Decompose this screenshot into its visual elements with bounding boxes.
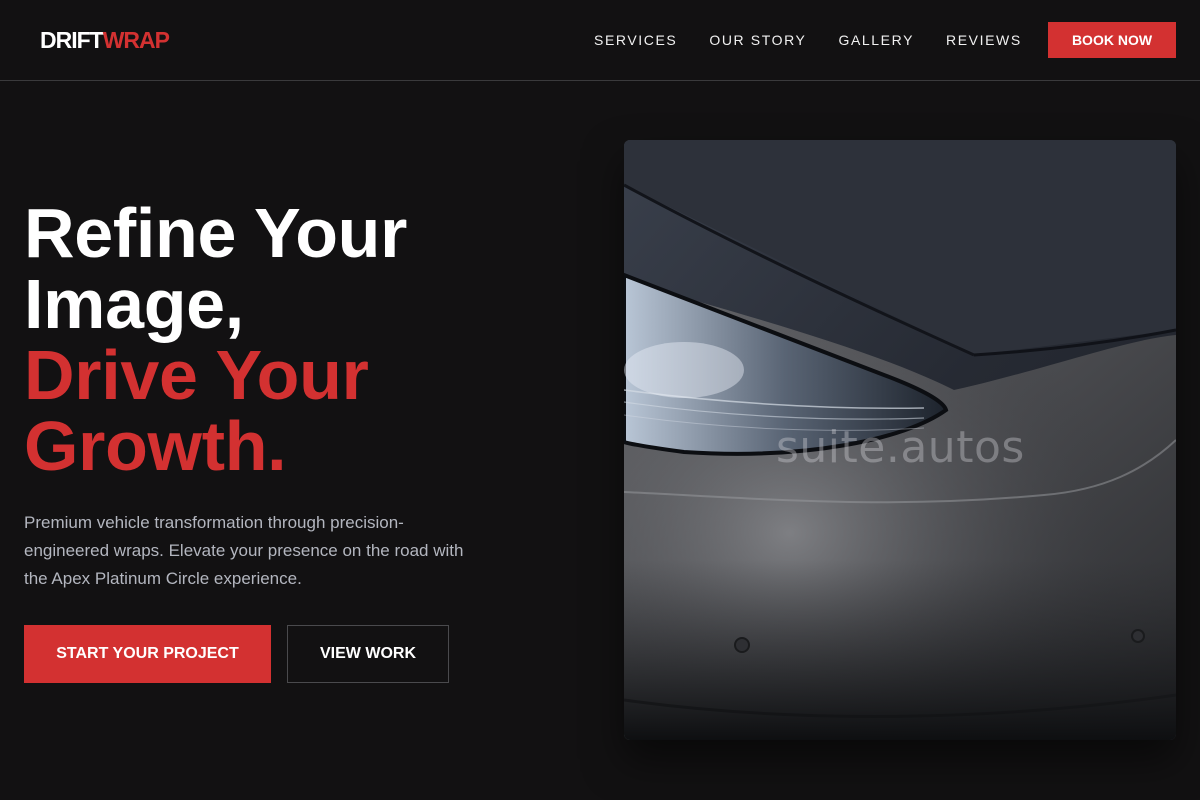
- start-project-button[interactable]: START YOUR PROJECT: [24, 625, 271, 683]
- hero-title: Refine Your Image, Drive Your Growth.: [24, 198, 584, 482]
- brand-logo[interactable]: DRIFTWRAP: [40, 26, 170, 54]
- nav-link-our-story[interactable]: OUR STORY: [709, 31, 806, 49]
- nav-link-services[interactable]: SERVICES: [594, 31, 677, 49]
- logo-text-accent: WRAP: [102, 27, 170, 53]
- main-nav: SERVICES OUR STORY GALLERY REVIEWS: [594, 31, 1054, 49]
- hero-title-line: Image,: [24, 265, 244, 343]
- site-header: DRIFTWRAP SERVICES OUR STORY GALLERY REV…: [0, 0, 1200, 81]
- hero-car-image: suite.autos: [624, 140, 1176, 740]
- view-work-button[interactable]: VIEW WORK: [287, 625, 449, 683]
- hero-title-line: Refine Your: [24, 194, 408, 272]
- hero-title-accent-line: Growth.: [24, 407, 287, 485]
- image-watermark: suite.autos: [776, 422, 1025, 473]
- nav-link-gallery[interactable]: GALLERY: [838, 31, 914, 49]
- book-now-button[interactable]: BOOK NOW: [1048, 22, 1176, 58]
- nav-link-reviews[interactable]: REVIEWS: [946, 31, 1022, 49]
- hero-title-accent-line: Drive Your: [24, 336, 369, 414]
- hero-subtitle: Premium vehicle transformation through p…: [24, 513, 464, 588]
- logo-text-primary: DRIFT: [40, 27, 104, 53]
